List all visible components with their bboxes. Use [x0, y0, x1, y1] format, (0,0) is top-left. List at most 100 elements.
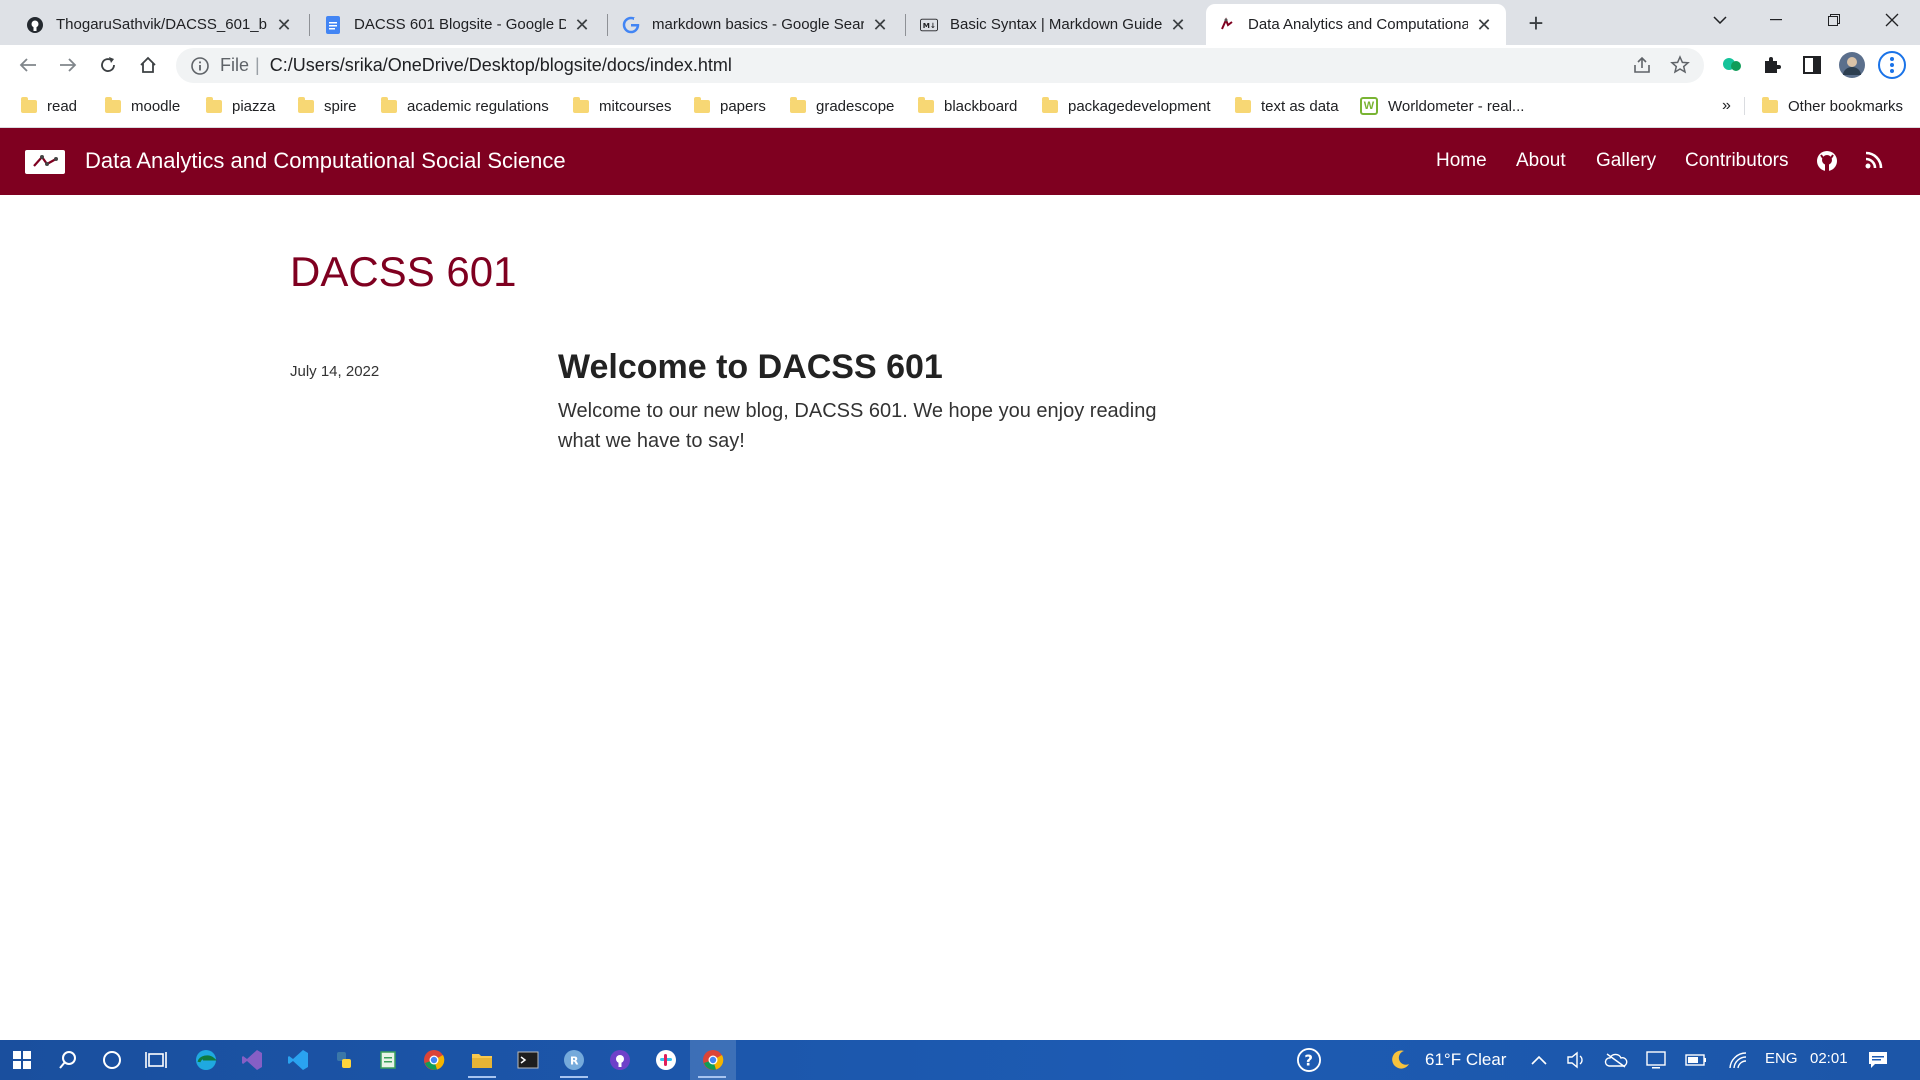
address-url[interactable]: C:/Users/srika/OneDrive/Desktop/blogsite…	[270, 55, 732, 76]
vscode-icon[interactable]	[276, 1040, 320, 1080]
tab-separator	[309, 14, 310, 36]
bookmark-read[interactable]: read	[21, 95, 77, 117]
github-icon	[26, 16, 44, 34]
notifications-icon[interactable]	[1866, 1048, 1890, 1072]
visual-studio-icon[interactable]	[230, 1040, 274, 1080]
bookmark-star-icon[interactable]	[1670, 55, 1690, 80]
language-indicator[interactable]: ENG	[1765, 1050, 1798, 1067]
site-navbar: Data Analytics and Computational Social …	[0, 128, 1920, 195]
folder-icon	[1762, 96, 1778, 113]
extensions-puzzle-icon[interactable]	[1756, 49, 1788, 81]
wifi-icon[interactable]	[1726, 1048, 1750, 1072]
browser-tab[interactable]: markdown basics - Google Searc ✕	[610, 4, 902, 45]
side-panel-icon[interactable]	[1796, 49, 1828, 81]
browser-toolbar: File | C:/Users/srika/OneDrive/Desktop/b…	[0, 45, 1920, 85]
post-description[interactable]: Welcome to our new blog, DACSS 601. We h…	[558, 396, 1168, 456]
bookmark-papers[interactable]: papers	[694, 95, 766, 117]
bookmark-mitcourses[interactable]: mitcourses	[573, 95, 672, 117]
bookmark-spire[interactable]: spire	[298, 95, 357, 117]
task-view-icon[interactable]	[134, 1040, 178, 1080]
restore-button[interactable]	[1806, 0, 1862, 40]
bookmark-packagedevelopment[interactable]: packagedevelopment	[1042, 95, 1211, 117]
browser-tab-active[interactable]: Data Analytics and Computationa ✕	[1206, 4, 1506, 45]
profile-avatar[interactable]	[1836, 49, 1868, 81]
site-logo[interactable]	[25, 150, 65, 174]
python-icon[interactable]	[322, 1040, 366, 1080]
chrome-icon[interactable]	[412, 1040, 456, 1080]
bookmark-text-as-data[interactable]: text as data	[1235, 95, 1339, 117]
folder-icon	[694, 96, 710, 113]
page-title: DACSS 601	[290, 248, 517, 295]
windows-start-icon[interactable]	[0, 1040, 44, 1080]
site-title[interactable]: Data Analytics and Computational Social …	[85, 148, 566, 174]
edge-icon[interactable]	[184, 1040, 228, 1080]
info-icon[interactable]	[190, 56, 210, 76]
other-bookmarks[interactable]: Other bookmarks	[1762, 95, 1903, 117]
close-tab-icon[interactable]: ✕	[274, 15, 294, 35]
back-button[interactable]	[12, 49, 44, 81]
bookmark-gradescope[interactable]: gradescope	[790, 95, 894, 117]
moon-weather-icon	[1388, 1048, 1412, 1072]
close-window-button[interactable]	[1864, 0, 1920, 40]
reload-button[interactable]	[92, 49, 124, 81]
forward-button[interactable]	[52, 49, 84, 81]
bookmark-worldometer[interactable]: W Worldometer - real...	[1360, 95, 1524, 117]
terminal-icon[interactable]	[506, 1040, 550, 1080]
volume-icon[interactable]	[1564, 1048, 1588, 1072]
bookmark-moodle[interactable]: moodle	[105, 95, 180, 117]
share-icon[interactable]	[1632, 55, 1652, 80]
clock[interactable]: 02:01	[1810, 1050, 1848, 1067]
github-icon[interactable]	[1816, 150, 1838, 172]
new-tab-button[interactable]: +	[1520, 8, 1552, 40]
browser-tab[interactable]: ThogaruSathvik/DACSS_601_blog ✕	[14, 4, 306, 45]
chrome-active-icon[interactable]	[690, 1040, 736, 1080]
bookmark-blackboard[interactable]: blackboard	[918, 95, 1017, 117]
site-favicon-icon	[1218, 16, 1236, 34]
chevron-up-icon[interactable]	[1527, 1048, 1551, 1072]
notepad-icon[interactable]	[366, 1040, 410, 1080]
close-tab-icon[interactable]: ✕	[572, 15, 592, 35]
browser-menu-icon[interactable]	[1876, 49, 1908, 81]
rss-icon[interactable]	[1864, 150, 1886, 172]
nav-gallery[interactable]: Gallery	[1596, 150, 1656, 172]
svg-text:M↓: M↓	[923, 21, 936, 30]
minimize-button[interactable]	[1748, 0, 1804, 40]
more-bookmarks-button[interactable]: »	[1722, 95, 1731, 117]
tab-search-icon[interactable]	[1692, 0, 1748, 40]
battery-icon[interactable]	[1684, 1048, 1708, 1072]
help-icon[interactable]: ?	[1297, 1048, 1321, 1072]
browser-tab[interactable]: M↓ Basic Syntax | Markdown Guide ✕	[908, 4, 1200, 45]
grammarly-extension-icon[interactable]	[1716, 49, 1748, 81]
bookmark-academic-regulations[interactable]: academic regulations	[381, 95, 549, 117]
post-title[interactable]: Welcome to DACSS 601	[558, 348, 943, 387]
browser-tab[interactable]: DACSS 601 Blogsite - Google Do ✕	[312, 4, 604, 45]
home-button[interactable]	[132, 49, 164, 81]
close-tab-icon[interactable]: ✕	[1474, 15, 1494, 35]
address-scheme: File	[220, 55, 250, 75]
github-desktop-icon[interactable]	[598, 1040, 642, 1080]
google-icon	[622, 16, 640, 34]
onedrive-icon[interactable]	[1604, 1048, 1628, 1072]
post-date: July 14, 2022	[290, 363, 380, 380]
svg-text:R: R	[570, 1055, 579, 1068]
slack-icon[interactable]	[644, 1040, 688, 1080]
address-bar[interactable]: File | C:/Users/srika/OneDrive/Desktop/b…	[176, 48, 1704, 83]
folder-icon	[1235, 96, 1251, 113]
display-icon[interactable]	[1644, 1048, 1668, 1072]
nav-contributors[interactable]: Contributors	[1685, 150, 1789, 172]
folder-icon	[298, 96, 314, 113]
search-icon[interactable]	[46, 1040, 90, 1080]
close-tab-icon[interactable]: ✕	[870, 15, 890, 35]
bookmark-piazza[interactable]: piazza	[206, 95, 275, 117]
file-explorer-icon[interactable]	[460, 1040, 504, 1080]
cortana-icon[interactable]	[90, 1040, 134, 1080]
nav-home[interactable]: Home	[1436, 150, 1487, 172]
folder-icon	[105, 96, 121, 113]
nav-about[interactable]: About	[1516, 150, 1566, 172]
close-tab-icon[interactable]: ✕	[1168, 15, 1188, 35]
bookmarks-bar: read moodle piazza spire academic regula…	[0, 85, 1920, 128]
address-divider: |	[255, 55, 260, 75]
worldometer-icon: W	[1360, 97, 1378, 115]
rstudio-icon[interactable]: R	[552, 1040, 596, 1080]
weather-text[interactable]: 61°F Clear	[1425, 1050, 1506, 1070]
